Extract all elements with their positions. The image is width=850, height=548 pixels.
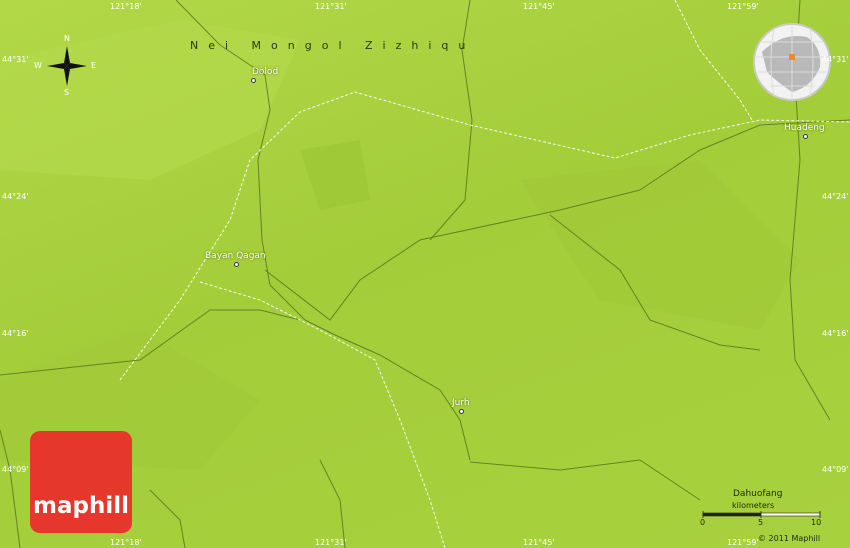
coord-top-4: 121°59' — [727, 2, 759, 11]
coord-right-1: 44°31' — [822, 55, 849, 64]
place-marker-bayan-qagan — [234, 262, 239, 267]
copyright-text: © 2011 Maphill — [758, 534, 821, 543]
road-line — [149, 489, 186, 548]
coord-top-1: 121°18' — [110, 2, 142, 11]
coord-bottom-1: 121°18' — [110, 538, 142, 547]
scale-unit: kilometers — [732, 501, 775, 510]
scale-tick-5: 5 — [758, 518, 764, 527]
logo-text: maphill — [33, 493, 129, 519]
scale-tick-0: 0 — [700, 518, 706, 527]
compass-e-label: E — [91, 61, 97, 70]
coord-left-1: 44°31' — [2, 55, 29, 64]
border-line — [674, 0, 753, 121]
region-label: Nei Mongol Zizhiqu — [190, 39, 476, 52]
terrain-patch — [520, 160, 800, 330]
maphill-logo[interactable]: maphill — [30, 431, 132, 533]
coord-top-2: 121°31' — [315, 2, 347, 11]
compass-n-label: N — [64, 34, 70, 43]
coord-left-3: 44°16' — [2, 329, 29, 338]
place-marker-dolod — [251, 78, 256, 83]
compass-s-label: S — [64, 88, 70, 97]
place-huadeng[interactable]: Huadeng — [784, 123, 825, 133]
coord-bottom-3: 121°45' — [523, 538, 555, 547]
place-dahuofang[interactable]: Dahuofang — [733, 489, 782, 499]
place-bayan-qagan[interactable]: Bayan Qagan — [205, 251, 266, 261]
coord-right-3: 44°16' — [822, 329, 849, 338]
terrain-patch — [300, 140, 370, 210]
coord-right-2: 44°24' — [822, 192, 849, 201]
road-line — [469, 459, 701, 501]
coord-top-3: 121°45' — [523, 2, 555, 11]
coord-left-2: 44°24' — [2, 192, 29, 201]
place-marker-jurh — [459, 409, 464, 414]
map-canvas[interactable]: Nei Mongol Zizhiqu N S E W 121°18' 121°3… — [0, 0, 850, 548]
scale-tick-10: 10 — [811, 518, 822, 527]
place-jurh[interactable]: Jurh — [452, 398, 470, 408]
coord-left-4: 44°09' — [2, 465, 29, 474]
coord-bottom-2: 121°31' — [315, 538, 347, 547]
globe-locator — [753, 23, 831, 101]
place-marker-huadeng — [803, 134, 808, 139]
compass-w-label: W — [34, 61, 42, 70]
road-line — [319, 459, 346, 548]
coord-right-4: 44°09' — [822, 465, 849, 474]
place-dolod[interactable]: Dolod — [252, 67, 278, 77]
scale-bar — [702, 511, 821, 518]
coord-bottom-4: 121°59' — [727, 538, 759, 547]
